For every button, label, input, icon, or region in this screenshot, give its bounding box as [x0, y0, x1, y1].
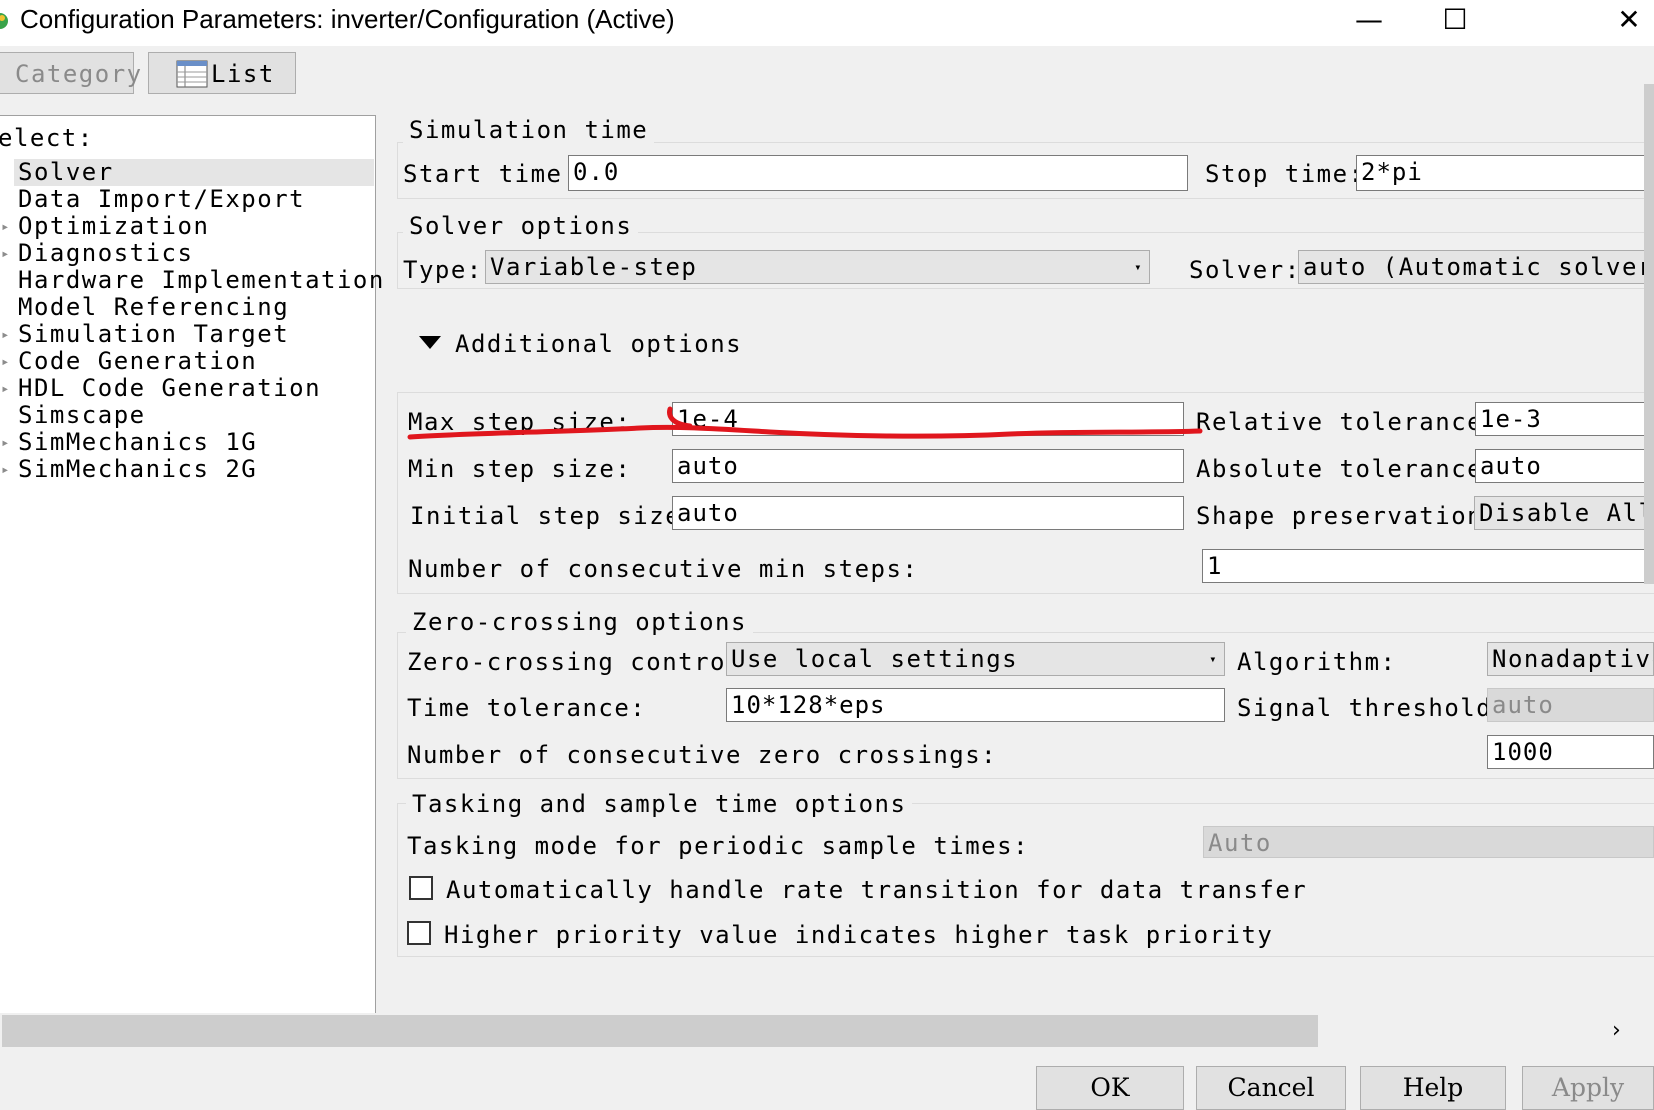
tasking-mode-label: Tasking mode for periodic sample times: [407, 832, 1030, 860]
expand-arrow-icon[interactable]: ▸ [1, 381, 9, 397]
tree-item[interactable]: Code Generation [18, 348, 257, 375]
algorithm-label: Algorithm: [1237, 648, 1397, 676]
vertical-scrollbar[interactable] [1644, 84, 1654, 584]
expand-arrow-icon[interactable]: ▸ [1, 435, 9, 451]
time-tolerance-input[interactable]: 10*128*eps [726, 688, 1225, 722]
horizontal-scroll-thumb[interactable] [2, 1015, 1318, 1047]
solver-label: Solver: [1189, 256, 1301, 284]
tree-item[interactable]: HDL Code Generation [18, 375, 321, 402]
app-icon [0, 13, 8, 29]
tasking-mode-dropdown: Auto [1203, 826, 1654, 858]
start-time-label: Start time: [403, 160, 579, 188]
help-button[interactable]: Help [1360, 1066, 1506, 1110]
tree-item[interactable]: Data Import/Export [18, 186, 305, 213]
stop-time-input[interactable]: 2*pi [1356, 155, 1654, 191]
relative-tolerance-label: Relative tolerance: [1196, 408, 1500, 436]
initial-step-input[interactable]: auto [672, 496, 1184, 530]
consecutive-min-steps-input[interactable]: 1 [1202, 549, 1654, 583]
shape-preservation-dropdown[interactable]: Disable All [1474, 496, 1654, 530]
tree-item[interactable]: Optimization [18, 213, 209, 240]
absolute-tolerance-label: Absolute tolerance: [1196, 455, 1500, 483]
expand-arrow-icon[interactable]: ▸ [1, 354, 9, 370]
tree-header: elect: [0, 124, 94, 152]
time-tolerance-label: Time tolerance: [407, 694, 647, 722]
tree-item[interactable]: Model Referencing [18, 294, 289, 321]
type-value: Variable-step [490, 253, 698, 281]
ok-button[interactable]: OK [1036, 1066, 1184, 1110]
simulation-time-title: Simulation time [403, 116, 655, 144]
rate-transition-label: Automatically handle rate transition for… [446, 876, 1308, 904]
close-button[interactable]: ✕ [1594, 0, 1654, 40]
initial-step-label: Initial step size: [410, 502, 698, 530]
max-step-label: Max step size: [408, 408, 632, 436]
expand-arrow-icon[interactable]: ▸ [1, 327, 9, 343]
consecutive-min-steps-label: Number of consecutive min steps: [408, 555, 919, 583]
window-title: Configuration Parameters: inverter/Confi… [20, 4, 675, 34]
min-step-label: Min step size: [408, 455, 632, 483]
shape-preservation-label: Shape preservation: [1196, 502, 1500, 530]
tree-item[interactable]: SimMechanics 2G [18, 456, 257, 483]
relative-tolerance-input[interactable]: 1e-3 [1475, 402, 1654, 436]
tree-item[interactable]: Diagnostics [18, 240, 193, 267]
minimize-button[interactable]: — [1334, 0, 1404, 40]
zero-crossing-control-dropdown[interactable]: Use local settings ▾ [726, 642, 1225, 676]
apply-button[interactable]: Apply [1522, 1066, 1654, 1110]
zero-crossing-control-value: Use local settings [731, 645, 1019, 673]
type-label: Type: [403, 256, 483, 284]
category-button[interactable]: Category [0, 52, 141, 94]
list-label: List [211, 60, 275, 88]
signal-threshold-label: Signal threshold: [1237, 694, 1509, 722]
type-dropdown[interactable]: Variable-step ▾ [485, 250, 1150, 284]
solver-options-title: Solver options [403, 212, 639, 240]
priority-checkbox[interactable] [407, 921, 431, 945]
absolute-tolerance-input[interactable]: auto [1475, 449, 1654, 483]
tree-item[interactable]: Simscape [18, 402, 146, 429]
signal-threshold-input: auto [1487, 688, 1654, 722]
tasking-title: Tasking and sample time options [406, 790, 913, 818]
tree-item[interactable]: SimMechanics 1G [18, 429, 257, 456]
expand-arrow-icon[interactable]: ▸ [1, 219, 9, 235]
maximize-button[interactable]: ☐ [1420, 0, 1490, 40]
chevron-down-icon: ▾ [1134, 260, 1143, 274]
expand-arrow-icon[interactable]: ▸ [1, 462, 9, 478]
collapse-triangle-icon[interactable] [419, 336, 441, 350]
expand-arrow-icon[interactable]: ▸ [1, 246, 9, 262]
min-step-input[interactable]: auto [672, 449, 1184, 483]
solver-dropdown[interactable]: auto (Automatic solver s [1298, 250, 1654, 284]
algorithm-dropdown[interactable]: Nonadaptive [1487, 642, 1654, 676]
priority-label: Higher priority value indicates higher t… [444, 921, 1274, 949]
tree-item[interactable]: Simulation Target [18, 321, 289, 348]
cancel-button[interactable]: Cancel [1196, 1066, 1346, 1110]
start-time-input[interactable]: 0.0 [568, 155, 1188, 191]
consecutive-zero-crossings-input[interactable]: 1000 [1487, 735, 1654, 769]
max-step-input[interactable]: 1e-4 [672, 402, 1184, 436]
tree-item[interactable]: Solver [18, 159, 114, 186]
additional-options-title: Additional options [455, 330, 743, 358]
list-icon [176, 60, 208, 88]
chevron-down-icon: ▾ [1209, 652, 1218, 666]
scroll-right-arrow-icon[interactable]: › [1612, 1018, 1621, 1043]
stop-time-label: Stop time: [1205, 160, 1365, 188]
rate-transition-checkbox[interactable] [409, 876, 433, 900]
tree-item[interactable]: Hardware Implementation [18, 267, 385, 294]
consecutive-zero-crossings-label: Number of consecutive zero crossings: [407, 741, 998, 769]
list-button[interactable]: List [148, 52, 296, 94]
zero-crossing-control-label: Zero-crossing control: [407, 648, 758, 676]
zero-crossing-title: Zero-crossing options [406, 608, 753, 636]
